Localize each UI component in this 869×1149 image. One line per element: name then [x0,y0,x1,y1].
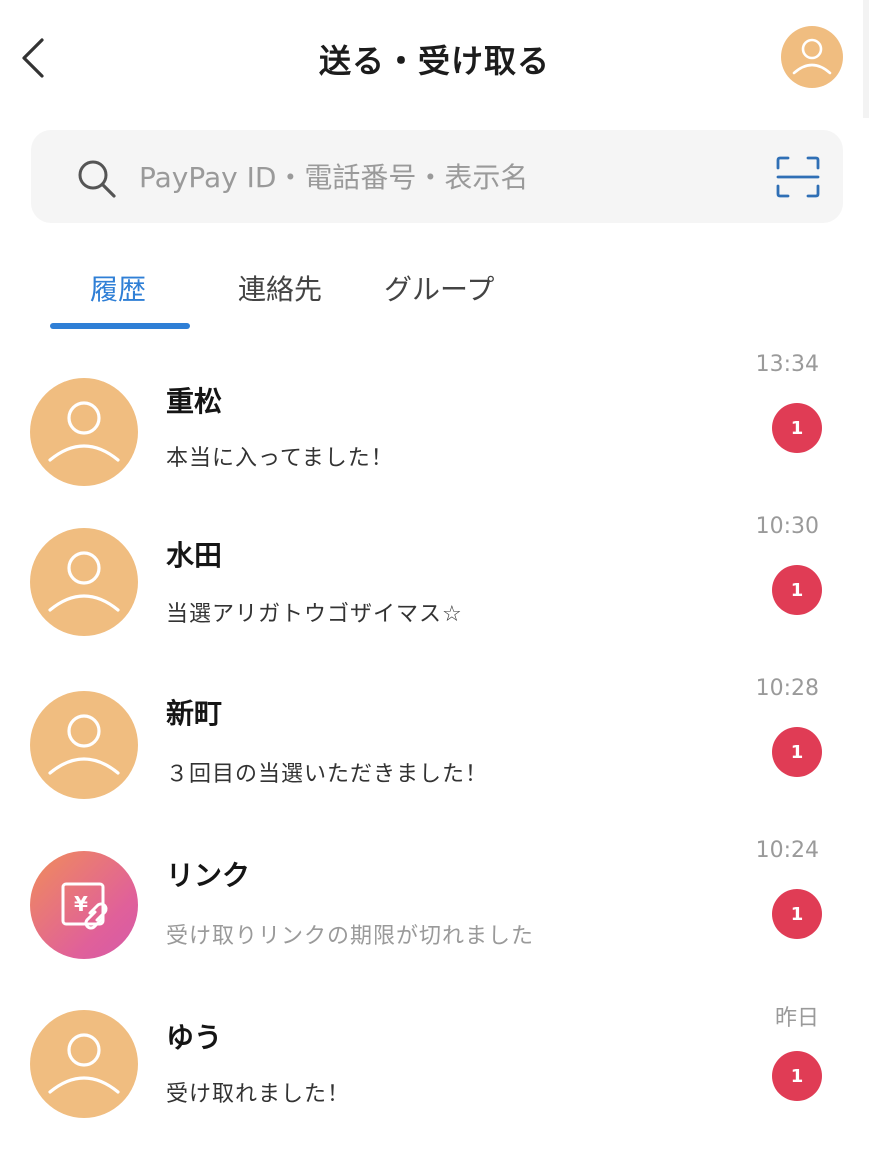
list-item[interactable]: ¥ リンク 受け取りリンクの期限が切れました 10:24 1 [0,826,869,986]
unread-badge: 1 [772,403,822,453]
contact-name: ゆう [166,1021,223,1054]
tab-history[interactable]: 履歴 [90,268,146,308]
unread-badge: 1 [772,1051,822,1101]
search-input[interactable] [139,150,759,204]
unread-badge: 1 [772,727,822,777]
last-message: 受け取れました！ [166,1082,351,1107]
avatar: ¥ [30,851,138,959]
last-message: 受け取りリンクの期限が切れました [166,924,535,949]
user-icon [48,1033,120,1094]
unread-badge: 1 [772,889,822,939]
page-title: 送る・受け取る [318,42,550,80]
last-message: 本当に入ってました！ [166,446,394,471]
timestamp: 昨日 [774,1006,819,1031]
scan-icon[interactable] [775,155,821,199]
list-item[interactable]: ゆう 受け取れました！ 昨日 1 [0,988,869,1148]
last-message: 当選アリガトウゴザイマス☆ [166,602,463,627]
avatar [30,691,138,799]
avatar [30,378,138,486]
svg-text:¥: ¥ [74,892,88,916]
contact-name: 新町 [166,697,223,730]
contact-name: 水田 [166,539,223,572]
user-icon [48,551,120,612]
tab-groups[interactable]: グループ [384,268,494,308]
active-tab-indicator [50,323,190,329]
header: 送る・受け取る [0,0,869,118]
user-icon [792,38,832,75]
yen-link-icon: ¥ [61,882,108,930]
avatar [30,1010,138,1118]
timestamp: 10:24 [755,838,819,863]
contact-name: リンク [166,859,251,892]
list-item[interactable]: 水田 当選アリガトウゴザイマス☆ 10:30 1 [0,502,869,662]
unread-badge: 1 [772,565,822,615]
scroll-edge [863,0,869,118]
search-bar[interactable] [31,130,843,223]
tab-bar: 履歴 連絡先 グループ [0,268,869,334]
search-icon [78,160,116,198]
timestamp: 10:30 [755,514,819,539]
avatar [30,528,138,636]
last-message: ３回目の当選いただきました！ [166,762,489,787]
user-icon [48,714,120,775]
send-receive-screen: 送る・受け取る 履歴 連絡先 グループ [0,0,869,1149]
list-item[interactable]: 新町 ３回目の当選いただきました！ 10:28 1 [0,664,869,824]
profile-avatar-button[interactable] [781,26,843,88]
tab-contacts[interactable]: 連絡先 [238,268,322,308]
timestamp: 13:34 [755,352,819,377]
list-item[interactable]: 重松 本当に入ってました！ 13:34 1 [0,340,869,500]
user-icon [48,401,120,462]
contact-name: 重松 [166,385,223,418]
timestamp: 10:28 [755,676,819,701]
